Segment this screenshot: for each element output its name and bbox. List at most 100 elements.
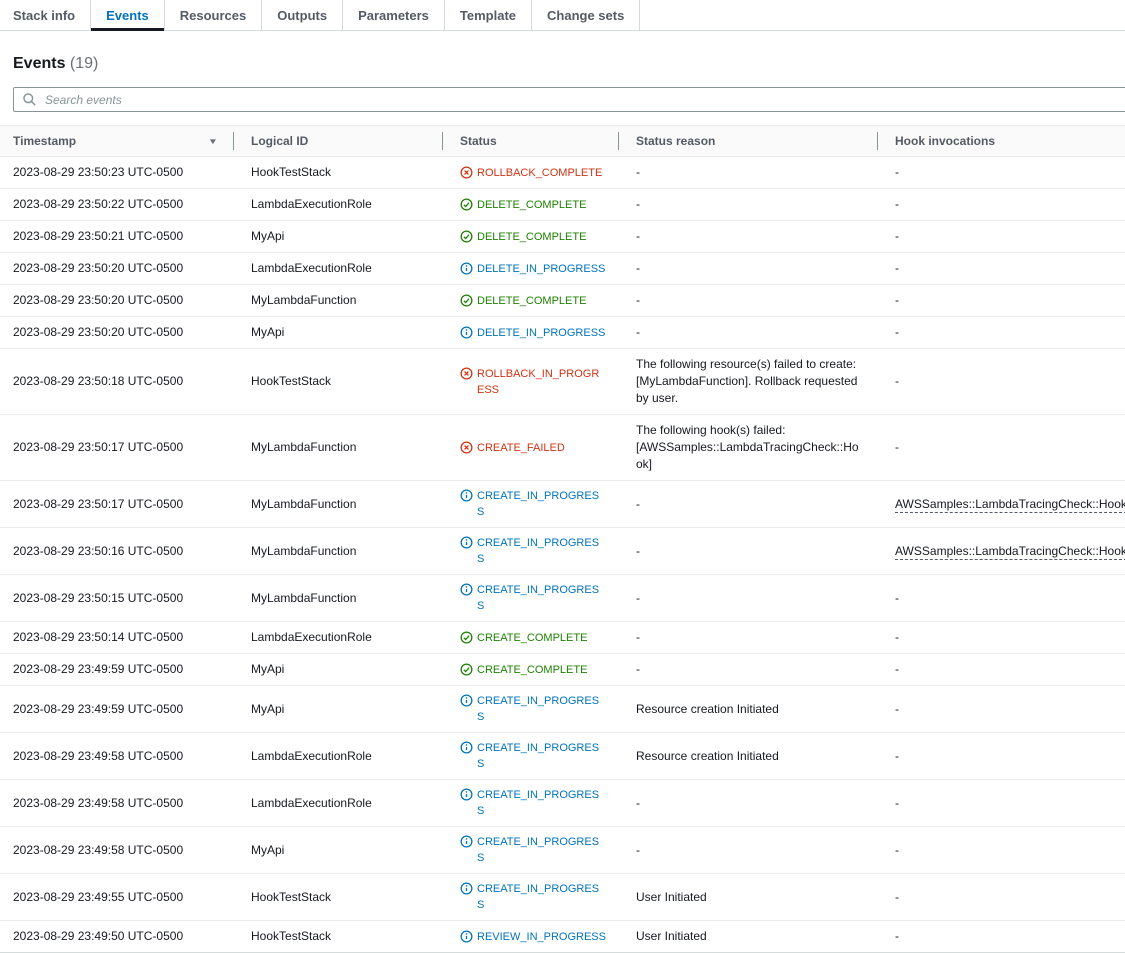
status-badge: DELETE_IN_PROGRESS bbox=[460, 261, 606, 277]
cell-status-reason: - bbox=[618, 253, 877, 285]
status-text: DELETE_COMPLETE bbox=[477, 197, 586, 213]
cell-timestamp: 2023-08-29 23:49:55 UTC-0500 bbox=[0, 874, 233, 921]
table-row: 2023-08-29 23:49:58 UTC-0500 LambdaExecu… bbox=[0, 733, 1125, 780]
status-reason-text: Resource creation Initiated bbox=[636, 749, 779, 763]
hook-invocation: - bbox=[895, 843, 899, 857]
cell-logical-id: MyApi bbox=[233, 686, 442, 733]
status-text: CREATE_IN_PROGRESS bbox=[477, 582, 606, 614]
cell-status-reason: - bbox=[618, 827, 877, 874]
cell-hook-invocations: - bbox=[877, 415, 1125, 481]
stack-detail-tabs: Stack info Events Resources Outputs Para… bbox=[0, 0, 1125, 31]
cell-timestamp: 2023-08-29 23:50:20 UTC-0500 bbox=[0, 317, 233, 349]
status-reason-text: - bbox=[636, 630, 640, 644]
tab-stack-info[interactable]: Stack info bbox=[0, 0, 91, 30]
cell-status: DELETE_COMPLETE bbox=[442, 189, 618, 221]
cell-logical-id: MyLambdaFunction bbox=[233, 528, 442, 575]
cell-hook-invocations: - bbox=[877, 780, 1125, 827]
cell-timestamp: 2023-08-29 23:50:20 UTC-0500 bbox=[0, 253, 233, 285]
table-row: 2023-08-29 23:49:58 UTC-0500 MyApi CREAT… bbox=[0, 827, 1125, 874]
error-status-icon bbox=[460, 367, 473, 380]
cell-status-reason: The following resource(s) failed to crea… bbox=[618, 349, 877, 415]
table-row: 2023-08-29 23:50:20 UTC-0500 MyApi DELET… bbox=[0, 317, 1125, 349]
hook-invocation: - bbox=[895, 229, 899, 243]
column-header-timestamp[interactable]: Timestamp ▼ bbox=[0, 126, 233, 157]
table-row: 2023-08-29 23:50:20 UTC-0500 LambdaExecu… bbox=[0, 253, 1125, 285]
table-row: 2023-08-29 23:50:17 UTC-0500 MyLambdaFun… bbox=[0, 481, 1125, 528]
cell-logical-id: MyApi bbox=[233, 827, 442, 874]
table-row: 2023-08-29 23:49:50 UTC-0500 HookTestSta… bbox=[0, 921, 1125, 953]
status-reason-text: - bbox=[636, 293, 640, 307]
cell-logical-id: LambdaExecutionRole bbox=[233, 780, 442, 827]
cell-status-reason: - bbox=[618, 157, 877, 189]
tab-outputs[interactable]: Outputs bbox=[262, 0, 343, 30]
sort-descending-icon[interactable]: ▼ bbox=[208, 137, 218, 146]
error-status-icon bbox=[460, 441, 473, 454]
cell-status-reason: User Initiated bbox=[618, 874, 877, 921]
status-text: CREATE_IN_PROGRESS bbox=[477, 881, 606, 913]
status-text: CREATE_COMPLETE bbox=[477, 662, 587, 678]
hook-invocation: - bbox=[895, 630, 899, 644]
status-text: CREATE_IN_PROGRESS bbox=[477, 693, 606, 725]
tab-events[interactable]: Events bbox=[91, 0, 165, 30]
cell-logical-id: LambdaExecutionRole bbox=[233, 189, 442, 221]
info-status-icon bbox=[460, 262, 473, 275]
cell-status-reason: The following hook(s) failed: [AWSSample… bbox=[618, 415, 877, 481]
cell-status-reason: - bbox=[618, 285, 877, 317]
info-status-icon bbox=[460, 788, 473, 801]
cell-status-reason: User Initiated bbox=[618, 921, 877, 953]
status-reason-text: User Initiated bbox=[636, 929, 707, 943]
events-count: (19) bbox=[70, 55, 98, 72]
status-badge: CREATE_IN_PROGRESS bbox=[460, 787, 606, 819]
cell-status-reason: Resource creation Initiated bbox=[618, 686, 877, 733]
status-reason-text: - bbox=[636, 229, 640, 243]
cell-status: CREATE_IN_PROGRESS bbox=[442, 481, 618, 528]
cell-timestamp: 2023-08-29 23:50:23 UTC-0500 bbox=[0, 157, 233, 189]
info-status-icon bbox=[460, 583, 473, 596]
cell-hook-invocations: - bbox=[877, 733, 1125, 780]
cell-logical-id: HookTestStack bbox=[233, 874, 442, 921]
cell-status: CREATE_IN_PROGRESS bbox=[442, 686, 618, 733]
status-badge: CREATE_IN_PROGRESS bbox=[460, 582, 606, 614]
column-header-status: Status bbox=[442, 126, 618, 157]
search-events-box[interactable] bbox=[13, 87, 1125, 112]
tab-change-sets[interactable]: Change sets bbox=[532, 0, 640, 30]
hook-invocation-link[interactable]: AWSSamples::LambdaTracingCheck::Hook bbox=[895, 544, 1125, 560]
cell-timestamp: 2023-08-29 23:49:58 UTC-0500 bbox=[0, 733, 233, 780]
cell-status: CREATE_IN_PROGRESS bbox=[442, 780, 618, 827]
cell-timestamp: 2023-08-29 23:50:22 UTC-0500 bbox=[0, 189, 233, 221]
cell-hook-invocations: - bbox=[877, 874, 1125, 921]
status-badge: DELETE_IN_PROGRESS bbox=[460, 325, 606, 341]
cell-hook-invocations: - bbox=[877, 157, 1125, 189]
status-reason-text: The following resource(s) failed to crea… bbox=[636, 357, 857, 405]
cell-status-reason: - bbox=[618, 780, 877, 827]
table-row: 2023-08-29 23:50:14 UTC-0500 LambdaExecu… bbox=[0, 622, 1125, 654]
hook-invocation-link[interactable]: AWSSamples::LambdaTracingCheck::Hook bbox=[895, 497, 1125, 513]
cell-logical-id: MyLambdaFunction bbox=[233, 481, 442, 528]
cell-status: CREATE_IN_PROGRESS bbox=[442, 733, 618, 780]
cell-logical-id: LambdaExecutionRole bbox=[233, 733, 442, 780]
hook-invocation: - bbox=[895, 325, 899, 339]
cell-logical-id: MyApi bbox=[233, 317, 442, 349]
cell-timestamp: 2023-08-29 23:49:58 UTC-0500 bbox=[0, 780, 233, 827]
status-text: CREATE_IN_PROGRESS bbox=[477, 488, 606, 520]
table-row: 2023-08-29 23:49:59 UTC-0500 MyApi CREAT… bbox=[0, 686, 1125, 733]
cell-logical-id: LambdaExecutionRole bbox=[233, 253, 442, 285]
search-events-input[interactable] bbox=[43, 92, 1122, 108]
cell-timestamp: 2023-08-29 23:49:59 UTC-0500 bbox=[0, 654, 233, 686]
hook-invocation: - bbox=[895, 890, 899, 904]
info-status-icon bbox=[460, 930, 473, 943]
table-row: 2023-08-29 23:50:16 UTC-0500 MyLambdaFun… bbox=[0, 528, 1125, 575]
status-text: CREATE_COMPLETE bbox=[477, 630, 587, 646]
cell-hook-invocations: - bbox=[877, 189, 1125, 221]
cell-status-reason: - bbox=[618, 221, 877, 253]
hook-invocation: - bbox=[895, 591, 899, 605]
status-reason-text: - bbox=[636, 497, 640, 511]
cell-status-reason: - bbox=[618, 622, 877, 654]
tab-parameters[interactable]: Parameters bbox=[343, 0, 445, 30]
table-row: 2023-08-29 23:50:15 UTC-0500 MyLambdaFun… bbox=[0, 575, 1125, 622]
tab-resources[interactable]: Resources bbox=[165, 0, 262, 30]
cell-timestamp: 2023-08-29 23:50:21 UTC-0500 bbox=[0, 221, 233, 253]
cell-status: CREATE_COMPLETE bbox=[442, 654, 618, 686]
status-reason-text: - bbox=[636, 662, 640, 676]
tab-template[interactable]: Template bbox=[445, 0, 532, 30]
